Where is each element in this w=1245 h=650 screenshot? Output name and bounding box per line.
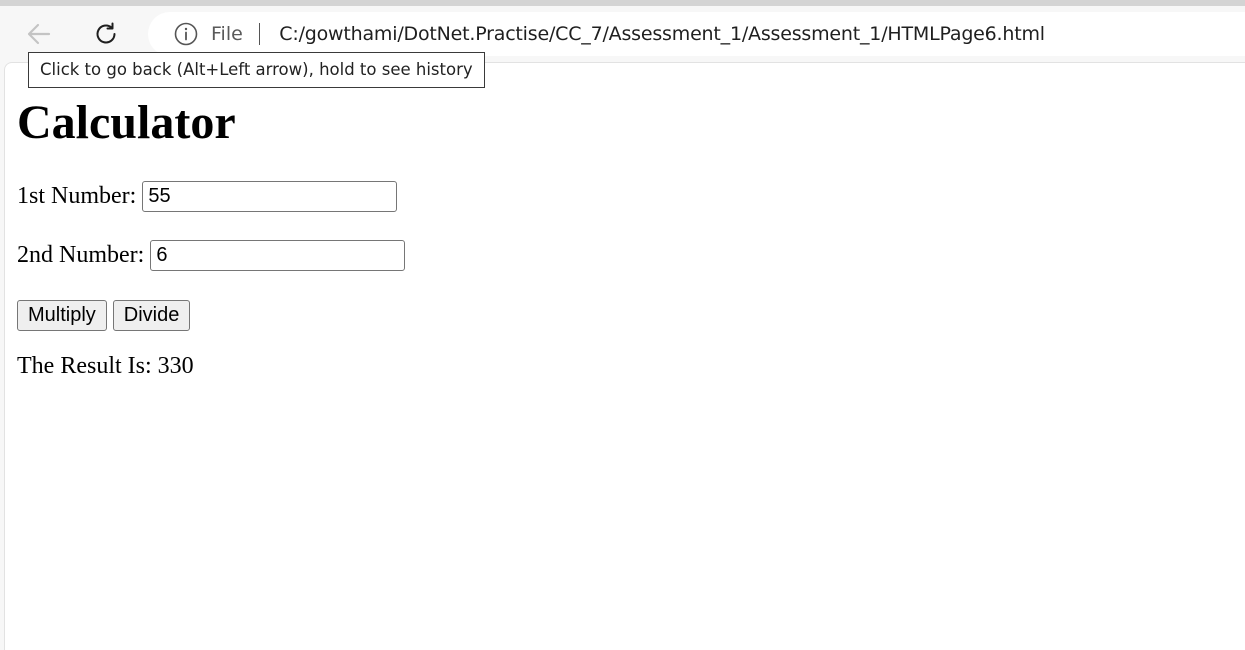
second-number-label: 2nd Number: bbox=[17, 242, 145, 268]
page-viewport: Calculator 1st Number: 2nd Number: Multi… bbox=[4, 62, 1245, 650]
address-bar[interactable]: File C:/gowthami/DotNet.Practise/CC_7/As… bbox=[148, 12, 1245, 56]
back-tooltip: Click to go back (Alt+Left arrow), hold … bbox=[28, 52, 485, 88]
multiply-button[interactable]: Multiply bbox=[17, 300, 107, 331]
operation-buttons: Multiply Divide bbox=[17, 300, 191, 331]
calculator-content: Calculator 1st Number: 2nd Number: Multi… bbox=[17, 91, 406, 379]
result-value: 330 bbox=[157, 353, 194, 379]
scheme-label: File bbox=[211, 23, 243, 45]
result-text: The Result Is: 330 bbox=[17, 353, 194, 380]
site-info-button[interactable] bbox=[174, 22, 198, 46]
back-button[interactable] bbox=[21, 16, 57, 52]
arrow-left-icon bbox=[27, 23, 51, 45]
first-number-input[interactable] bbox=[142, 181, 398, 212]
result-label: The Result Is: bbox=[17, 353, 152, 379]
divide-button[interactable]: Divide bbox=[112, 300, 191, 331]
page-title: Calculator bbox=[17, 96, 236, 149]
info-icon bbox=[174, 22, 198, 46]
url-text[interactable]: C:/gowthami/DotNet.Practise/CC_7/Assessm… bbox=[279, 23, 1045, 45]
url-divider bbox=[258, 23, 261, 45]
first-number-row: 1st Number: bbox=[17, 181, 398, 212]
first-number-label: 1st Number: bbox=[17, 183, 137, 209]
second-number-row: 2nd Number: bbox=[17, 240, 406, 271]
reload-button[interactable] bbox=[88, 16, 124, 52]
reload-icon bbox=[96, 22, 116, 44]
second-number-input[interactable] bbox=[150, 240, 406, 271]
